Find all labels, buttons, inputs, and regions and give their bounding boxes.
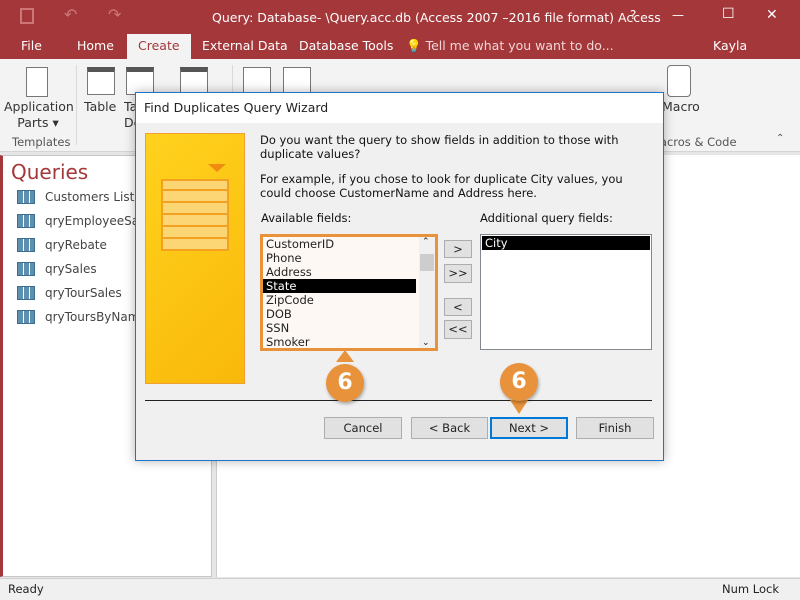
ribbon-tabs: File Home Create External Data Database … — [0, 34, 800, 77]
list-item[interactable]: ZipCode — [263, 293, 435, 307]
callout-pointer — [510, 400, 528, 414]
query-icon — [17, 238, 35, 252]
list-item-selected[interactable]: City — [482, 236, 650, 250]
scrollbar-thumb[interactable] — [420, 254, 434, 271]
query-icon — [17, 286, 35, 300]
cancel-button[interactable]: Cancel — [324, 417, 402, 439]
nav-item-query[interactable]: qrySales — [17, 259, 97, 279]
table-icon — [87, 67, 115, 95]
list-item[interactable]: Phone — [263, 251, 435, 265]
wizard-question: Do you want the query to show fields in … — [260, 133, 619, 161]
maximize-button[interactable]: ☐ — [722, 6, 735, 22]
scroll-up-icon[interactable]: ⌃ — [422, 237, 430, 247]
num-lock-indicator: Num Lock — [722, 582, 779, 596]
query-icon — [17, 310, 35, 324]
save-icon[interactable] — [20, 8, 34, 24]
next-button[interactable]: Next > — [490, 417, 568, 439]
close-button[interactable]: ✕ — [766, 7, 778, 23]
tell-me-search[interactable]: 💡 Tell me what you want to do... — [395, 34, 625, 59]
window-title: Query: Database- \Query.acc.db (Access 2… — [212, 10, 661, 25]
tab-create[interactable]: Create — [127, 34, 191, 59]
available-fields-list[interactable]: CustomerID Phone Address State ZipCode D… — [260, 234, 438, 351]
nav-item-query[interactable]: Customers List — [17, 187, 134, 207]
macro-button[interactable]: Macro — [662, 99, 700, 114]
tab-external-data[interactable]: External Data — [191, 34, 299, 59]
help-button[interactable]: ? — [630, 8, 636, 22]
scrollbar[interactable]: ⌃ ⌄ — [419, 237, 435, 348]
list-item[interactable]: SSN — [263, 321, 435, 335]
tab-home[interactable]: Home — [66, 34, 125, 59]
add-field-button[interactable]: > — [444, 240, 472, 258]
user-name[interactable]: Kayla Claypool — [702, 34, 800, 77]
nav-item-query[interactable]: qryRebate — [17, 235, 107, 255]
query-icon — [17, 214, 35, 228]
finish-button[interactable]: Finish — [576, 417, 654, 439]
available-fields-label: Available fields: — [261, 211, 352, 225]
list-item[interactable]: CustomerID — [263, 237, 435, 251]
status-bar: Ready Num Lock — [0, 578, 800, 600]
find-duplicates-wizard-dialog: Find Duplicates Query Wizard Do you want… — [135, 92, 664, 461]
nav-item-query[interactable]: qryToursByName — [17, 307, 147, 327]
title-bar: ↶ ↷ Query: Database- \Query.acc.db (Acce… — [0, 0, 800, 34]
remove-field-button[interactable]: < — [444, 298, 472, 316]
step-callout: 6 — [500, 363, 538, 401]
additional-fields-label: Additional query fields: — [480, 211, 613, 225]
query-wizard-icon — [243, 67, 271, 95]
list-item-selected[interactable]: State — [263, 279, 416, 293]
redo-icon[interactable]: ↷ — [108, 5, 121, 24]
minimize-button[interactable]: — — [672, 8, 684, 22]
macro-icon — [667, 65, 691, 97]
list-item[interactable]: Address — [263, 265, 435, 279]
table-button[interactable]: Table — [84, 99, 116, 114]
query-design-icon — [283, 67, 311, 95]
templates-group-label: Templates — [12, 135, 71, 149]
nav-title: Queries — [11, 160, 89, 184]
query-icon — [17, 262, 35, 276]
lightbulb-icon: 💡 — [406, 38, 422, 53]
list-item[interactable]: Smoker — [263, 335, 435, 349]
list-item[interactable]: DOB — [263, 307, 435, 321]
scroll-down-icon[interactable]: ⌄ — [422, 338, 430, 348]
status-text: Ready — [8, 582, 44, 596]
query-icon — [17, 190, 35, 204]
table-design-icon — [126, 67, 154, 95]
remove-all-fields-button[interactable]: << — [444, 320, 472, 339]
tab-database-tools[interactable]: Database Tools — [288, 34, 404, 59]
callout-pointer — [336, 350, 354, 362]
additional-fields-list[interactable]: City — [480, 234, 652, 350]
undo-icon[interactable]: ↶ — [64, 5, 77, 24]
collapse-ribbon-icon[interactable]: ⌃ — [776, 133, 784, 144]
divider — [145, 400, 652, 401]
dialog-title: Find Duplicates Query Wizard — [136, 93, 663, 123]
nav-item-query[interactable]: qryTourSales — [17, 283, 122, 303]
application-parts-icon — [26, 67, 48, 97]
step-callout: 6 — [326, 364, 364, 402]
wizard-table-illustration — [145, 133, 245, 384]
add-all-fields-button[interactable]: >> — [444, 264, 472, 283]
back-button[interactable]: < Back — [411, 417, 488, 439]
wizard-example: For example, if you chose to look for du… — [260, 172, 623, 200]
application-parts-button[interactable]: Application Parts ▾ — [4, 99, 74, 131]
tab-file[interactable]: File — [10, 34, 53, 59]
sharepoint-lists-icon — [180, 67, 208, 95]
